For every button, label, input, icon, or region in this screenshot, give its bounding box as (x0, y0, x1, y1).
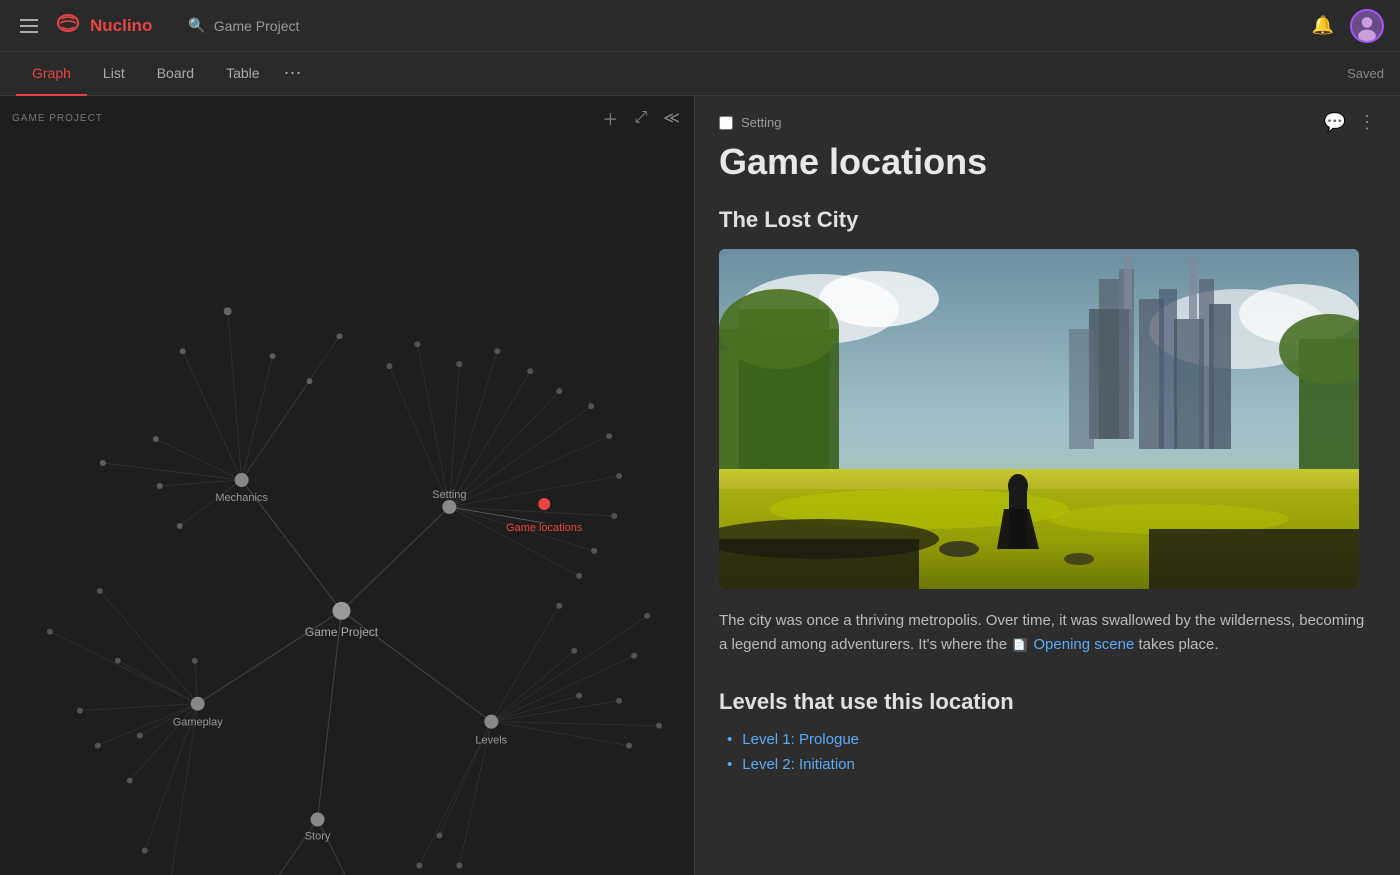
doc-body: Game locations The Lost City (695, 141, 1400, 829)
hamburger-menu[interactable] (16, 15, 42, 37)
level-2-link[interactable]: Level 2: Initiation (742, 756, 855, 773)
topbar-right: 🔔 (1312, 9, 1384, 43)
doc-breadcrumb: Setting (719, 115, 781, 130)
doc-section2-title: Levels that use this location (719, 689, 1376, 715)
inline-doc-icon: 📄 (1013, 638, 1027, 652)
notification-icon[interactable]: 🔔 (1312, 15, 1334, 36)
doc-title: Game locations (719, 141, 1376, 183)
tabbar: Graph List Board Table ⋯ Saved (0, 52, 1400, 96)
node-setting[interactable] (442, 500, 456, 514)
levels-list: Level 1: Prologue Level 2: Initiation (719, 731, 1376, 773)
node-label-gameplay: Gameplay (173, 717, 224, 729)
doc-more-button[interactable]: ⋮ (1358, 112, 1376, 133)
node-label-story: Story (305, 830, 331, 842)
avatar[interactable] (1350, 9, 1384, 43)
node-game-project[interactable] (333, 602, 351, 620)
graph-svg[interactable]: Game Project Mechanics Setting Gameplay … (0, 96, 694, 875)
graph-panel: GAME PROJECT ＋ ⤢ ≪ (0, 96, 695, 875)
node-game-locations[interactable] (538, 498, 550, 510)
tab-list[interactable]: List (87, 52, 141, 96)
tab-table[interactable]: Table (210, 52, 275, 96)
graph-actions: ＋ ⤢ ≪ (600, 104, 682, 132)
doc-header-actions: 💬 ⋮ (1324, 112, 1376, 133)
logo[interactable]: Nuclino (54, 11, 152, 41)
tab-graph[interactable]: Graph (16, 52, 87, 96)
level-1-link[interactable]: Level 1: Prologue (742, 731, 859, 748)
tab-more-button[interactable]: ⋯ (276, 59, 310, 88)
list-item: Level 2: Initiation (727, 756, 1376, 773)
graph-panel-title: GAME PROJECT (12, 113, 103, 124)
list-item: Level 1: Prologue (727, 731, 1376, 748)
tab-board[interactable]: Board (141, 52, 210, 96)
graph-add-button[interactable]: ＋ (600, 104, 620, 132)
main-content: GAME PROJECT ＋ ⤢ ≪ (0, 96, 1400, 875)
node-label-mechanics: Mechanics (215, 492, 268, 504)
search-text: Game Project (214, 18, 300, 34)
node-label-game-locations: Game locations (506, 522, 583, 534)
opening-scene-link[interactable]: Opening scene (1033, 636, 1134, 653)
node-label-setting: Setting (432, 489, 466, 501)
saved-label: Saved (1347, 66, 1384, 81)
breadcrumb-text: Setting (741, 115, 781, 130)
node-label-levels: Levels (475, 735, 507, 747)
node-mechanics[interactable] (235, 473, 249, 487)
document-panel: Setting 💬 ⋮ Game locations The Lost City (695, 96, 1400, 875)
logo-text: Nuclino (90, 16, 152, 36)
node-levels[interactable] (484, 715, 498, 729)
search-icon: 🔍 (188, 17, 205, 34)
graph-header: GAME PROJECT ＋ ⤢ ≪ (0, 96, 694, 140)
logo-icon (54, 11, 82, 41)
node-gameplay[interactable] (191, 697, 205, 711)
node-label-game-project: Game Project (305, 625, 379, 639)
breadcrumb-checkbox[interactable] (719, 116, 733, 130)
doc-header: Setting 💬 ⋮ (695, 96, 1400, 141)
doc-body-text: The city was once a thriving metropolis.… (719, 609, 1376, 657)
doc-image (719, 249, 1359, 589)
node-story[interactable] (311, 813, 325, 827)
search-bar[interactable]: 🔍 Game Project (188, 17, 299, 34)
doc-section1-title: The Lost City (719, 207, 1376, 233)
topbar: Nuclino 🔍 Game Project 🔔 (0, 0, 1400, 52)
graph-expand-button[interactable]: ⤢ (632, 104, 649, 132)
topbar-left: Nuclino 🔍 Game Project (16, 11, 299, 41)
graph-collapse-button[interactable]: ≪ (661, 104, 682, 132)
doc-comment-button[interactable]: 💬 (1324, 112, 1346, 133)
